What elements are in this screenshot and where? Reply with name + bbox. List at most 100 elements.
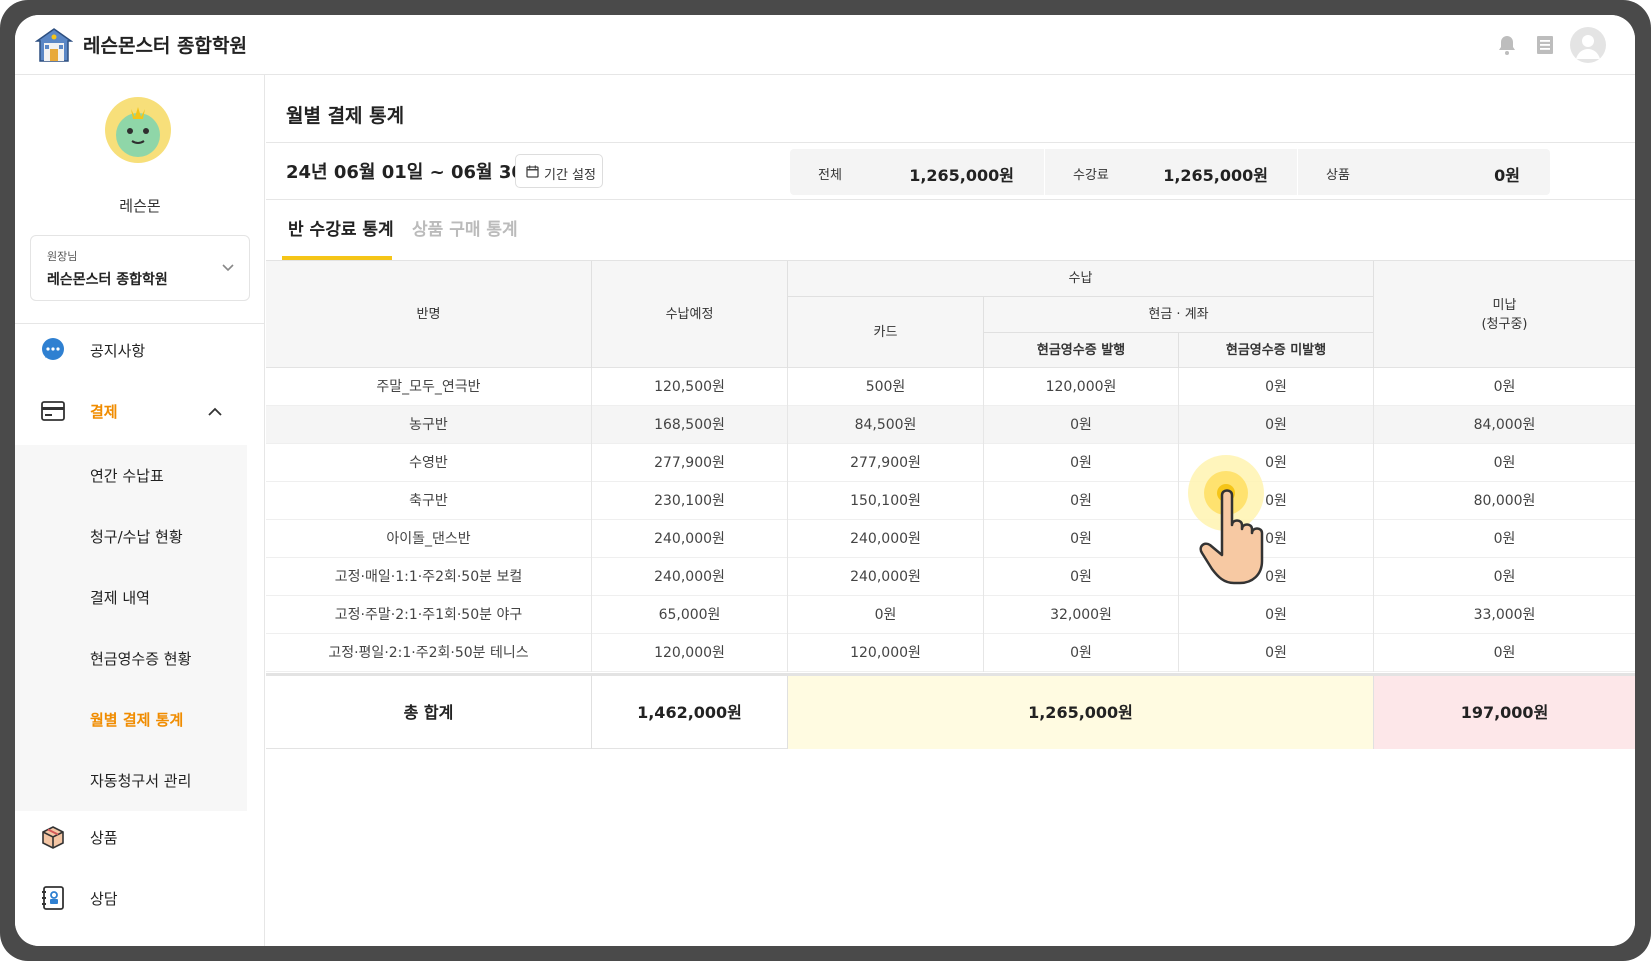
sidebar: 레슨몬 원장님 레슨몬스터 종합학원 공지사항 결제 연간 수납표 청구/수납 … <box>15 75 265 946</box>
header-paid: 수납 <box>1068 271 1093 286</box>
row-separator <box>787 634 788 672</box>
sidebar-item-consult[interactable]: 상담 <box>15 872 265 924</box>
submenu-item-annual-table[interactable]: 연간 수납표 <box>15 445 247 505</box>
cell-expected: 230,100원 <box>654 493 725 509</box>
divider <box>266 142 1635 143</box>
sidebar-item-label: 상품 <box>90 829 118 847</box>
academy-selector[interactable]: 원장님 레슨몬스터 종합학원 <box>30 235 250 301</box>
row-separator <box>787 520 788 558</box>
submenu-item-cash-receipt[interactable]: 현금영수증 현황 <box>15 628 247 688</box>
row-separator <box>1178 558 1179 596</box>
cell-unpaid: 0원 <box>1493 379 1516 395</box>
submenu-item-monthly-stats[interactable]: 월별 결제 통계 <box>15 689 247 749</box>
summary-value: 0원 <box>1494 166 1520 185</box>
row-separator <box>1178 406 1179 444</box>
user-avatar-icon[interactable] <box>1570 27 1606 63</box>
row-separator <box>591 520 592 558</box>
tab-product-purchase-stats[interactable]: 상품 구매 통계 <box>412 215 518 259</box>
total-separator <box>787 676 788 749</box>
profile-avatar <box>105 97 171 163</box>
cell-unpaid: 33,000원 <box>1473 607 1536 623</box>
row-separator <box>1373 520 1374 558</box>
total-unpaid: 197,000원 <box>1374 676 1635 749</box>
period-text: 24년 06월 01일 ~ 06월 30일 <box>286 162 541 183</box>
row-separator <box>1178 482 1179 520</box>
cell-expected: 120,000원 <box>654 645 725 661</box>
submenu-item-label: 청구/수납 현황 <box>90 528 183 546</box>
cell-class-name: 고정·매일·1:1·주2회·50분 보컬 <box>334 569 523 585</box>
cell-card: 150,100원 <box>850 493 921 509</box>
header-separator <box>788 296 1373 297</box>
row-separator <box>983 368 984 406</box>
cell-expected: 277,900원 <box>654 455 725 471</box>
submenu-item-auto-invoice[interactable]: 자동청구서 관리 <box>15 750 247 810</box>
row-separator <box>1373 406 1374 444</box>
cell-expected: 240,000원 <box>654 531 725 547</box>
table-row: 수영반 277,900원 277,900원 0원 0원 0원 <box>266 444 1635 482</box>
consult-icon <box>42 886 64 910</box>
row-separator <box>591 406 592 444</box>
header-unpaid-line1: 미납 <box>1492 297 1517 313</box>
row-separator <box>787 482 788 520</box>
sidebar-item-product[interactable]: 상품 <box>15 811 265 863</box>
cell-receipt-not-issued: 0원 <box>1265 417 1287 433</box>
cell-class-name: 고정·평일·2:1·주2회·50분 테니스 <box>328 645 529 661</box>
cell-unpaid: 0원 <box>1493 455 1516 471</box>
period-setting-button[interactable]: 기간 설정 <box>515 154 603 188</box>
period-setting-label: 기간 설정 <box>544 168 596 183</box>
table-header: 반명 수납예정 수납 카드 현금 · 계좌 현금영수증 발행 현금영수증 미발행… <box>266 260 1635 368</box>
table-row: 주말_모두_연극반 120,500원 500원 120,000원 0원 0원 <box>266 368 1635 406</box>
row-separator <box>983 634 984 672</box>
cell-receipt-issued: 0원 <box>1070 493 1092 509</box>
summary-tuition: 수강료 1,265,000원 <box>1044 149 1298 195</box>
submenu-item-label: 월별 결제 통계 <box>90 711 184 729</box>
profile-name: 레슨몬 <box>119 197 161 215</box>
row-separator <box>1373 444 1374 482</box>
row-separator <box>1178 520 1179 558</box>
table-row: 고정·평일·2:1·주2회·50분 테니스 120,000원 120,000원 0원 0… <box>266 634 1635 672</box>
cell-expected: 65,000원 <box>658 607 721 623</box>
total-row: 총 합계 1,462,000원 1,265,000원 197,000원 <box>266 673 1635 749</box>
row-separator <box>1373 368 1374 406</box>
cell-receipt-issued: 32,000원 <box>1050 607 1112 623</box>
cell-expected: 168,500원 <box>654 417 725 433</box>
sidebar-item-payment[interactable]: 결제 <box>15 385 265 437</box>
document-icon[interactable] <box>1533 33 1557 57</box>
summary-total: 전체 1,265,000원 <box>790 149 1044 195</box>
chevron-up-icon[interactable] <box>207 404 223 420</box>
header-separator <box>1178 333 1179 368</box>
submenu-item-label: 연간 수납표 <box>90 467 164 485</box>
table-row: 고정·주말·2:1·주1회·50분 야구 65,000원 0원 32,000원 0원 33… <box>266 596 1635 634</box>
header-receipt-issued: 현금영수증 발행 <box>1036 343 1126 358</box>
chat-bubble-icon <box>42 338 64 360</box>
submenu-item-payment-history[interactable]: 결제 내역 <box>15 567 247 627</box>
sidebar-item-notice[interactable]: 공지사항 <box>15 324 265 376</box>
summary-value: 1,265,000원 <box>909 166 1014 185</box>
row-separator <box>787 406 788 444</box>
total-separator <box>1373 676 1374 749</box>
cell-card: 240,000원 <box>850 569 921 585</box>
sidebar-item-label: 상담 <box>90 890 118 908</box>
cell-class-name: 주말_모두_연극반 <box>376 379 481 395</box>
bell-icon[interactable] <box>1495 33 1519 57</box>
row-separator <box>1373 482 1374 520</box>
logo-icon <box>35 28 73 62</box>
row-separator <box>787 558 788 596</box>
cell-receipt-not-issued: 0원 <box>1265 379 1287 395</box>
header-expected: 수납예정 <box>665 307 714 322</box>
header-separator <box>1373 261 1374 368</box>
tab-class-tuition-stats[interactable]: 반 수강료 통계 <box>288 215 394 259</box>
summary-label: 상품 <box>1326 168 1350 183</box>
row-separator <box>983 406 984 444</box>
submenu-item-billing-status[interactable]: 청구/수납 현황 <box>15 506 247 566</box>
card-icon <box>41 401 65 421</box>
payment-submenu: 연간 수납표 청구/수납 현황 결제 내역 현금영수증 현황 월별 결제 통계 … <box>15 445 247 811</box>
row-separator <box>591 482 592 520</box>
header-separator <box>787 261 788 368</box>
table-row: 농구반 168,500원 84,500원 0원 0원 84,000원 <box>266 406 1635 444</box>
summary-bar: 전체 1,265,000원 수강료 1,265,000원 상품 0원 <box>790 149 1550 195</box>
row-separator <box>1178 634 1179 672</box>
summary-value: 1,265,000원 <box>1163 166 1268 185</box>
header-unpaid-line2: (청구중) <box>1481 316 1528 332</box>
submenu-item-label: 현금영수증 현황 <box>90 650 192 668</box>
